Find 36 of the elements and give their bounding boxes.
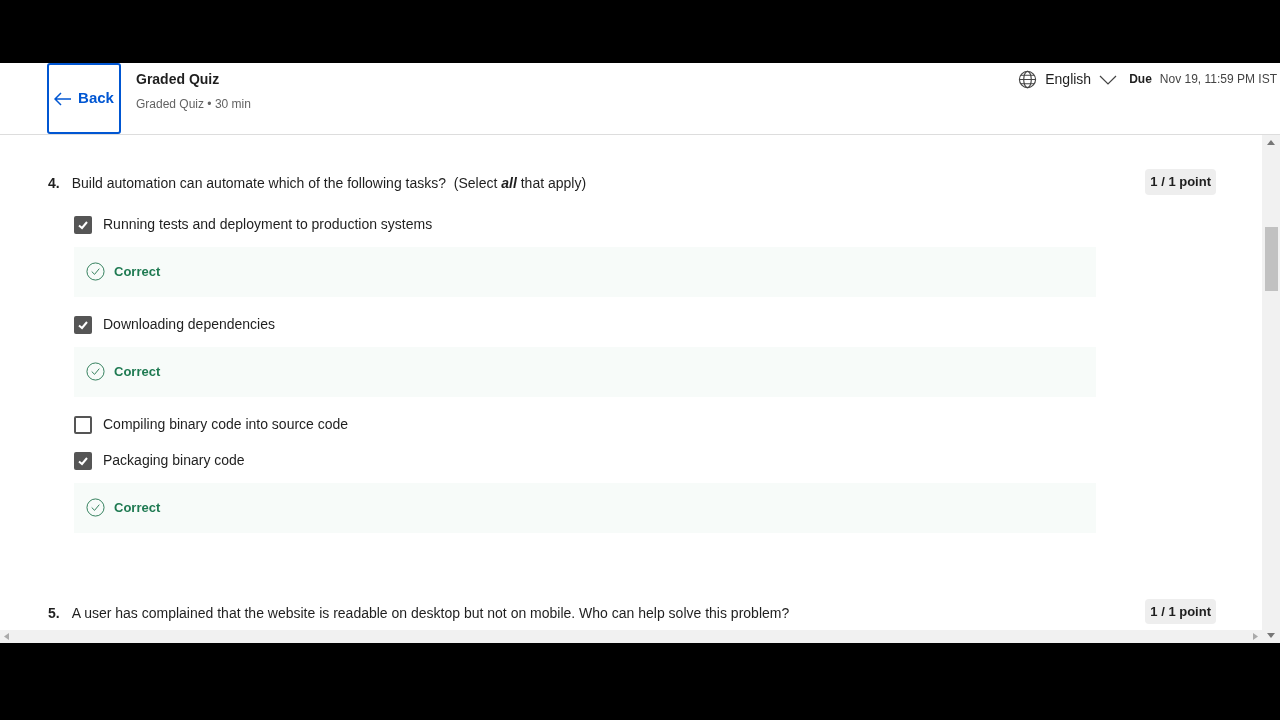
check-circle-icon (86, 262, 105, 281)
vertical-scrollbar[interactable] (1262, 135, 1280, 643)
points-badge: 1 / 1 point (1145, 598, 1216, 624)
back-button[interactable]: Back (47, 63, 121, 134)
scroll-right-icon[interactable] (1253, 633, 1258, 640)
checkbox[interactable] (74, 451, 92, 470)
horizontal-scrollbar[interactable] (0, 630, 1262, 643)
checkbox[interactable] (74, 215, 92, 234)
scroll-down-icon[interactable] (1267, 633, 1275, 638)
question-text: Build automation can automate which of the following tasks? (Select all that apply) (71, 174, 587, 193)
quiz-title: Graded Quiz (136, 70, 221, 89)
question-number: 4. (48, 174, 60, 193)
check-circle-icon (86, 498, 105, 517)
points-badge: 1 / 1 point (1145, 169, 1216, 195)
due-label: Due (1129, 71, 1152, 88)
language-selector[interactable]: English (1018, 69, 1118, 90)
scroll-left-icon[interactable] (4, 633, 9, 640)
option-label: Compiling binary code into source code (103, 415, 349, 434)
checkbox[interactable] (74, 415, 92, 434)
option-label: Packaging binary code (103, 451, 245, 470)
feedback-text: Correct (114, 262, 161, 281)
scroll-thumb[interactable] (1264, 227, 1278, 291)
question-text: A user has complained that the website is readable on desktop but not on mobile. Who can help solve this problem? (71, 603, 790, 623)
option-label: Downloading dependencies (103, 315, 276, 334)
globe-icon (1018, 70, 1038, 89)
option-label: Running tests and deployment to production systems (103, 215, 433, 234)
checkbox[interactable] (74, 315, 92, 334)
due-date: Nov 19, 11:59 PM IST (1159, 71, 1277, 88)
feedback-text: Correct (114, 362, 161, 381)
question-number: 5. (48, 603, 60, 623)
feedback-text: Correct (114, 498, 161, 517)
chevron-down-icon (1099, 74, 1118, 85)
scroll-up-icon[interactable] (1267, 140, 1275, 145)
arrow-left-icon (54, 91, 73, 106)
quiz-subtitle: Graded Quiz • 30 min (136, 96, 251, 113)
check-circle-icon (86, 362, 105, 381)
